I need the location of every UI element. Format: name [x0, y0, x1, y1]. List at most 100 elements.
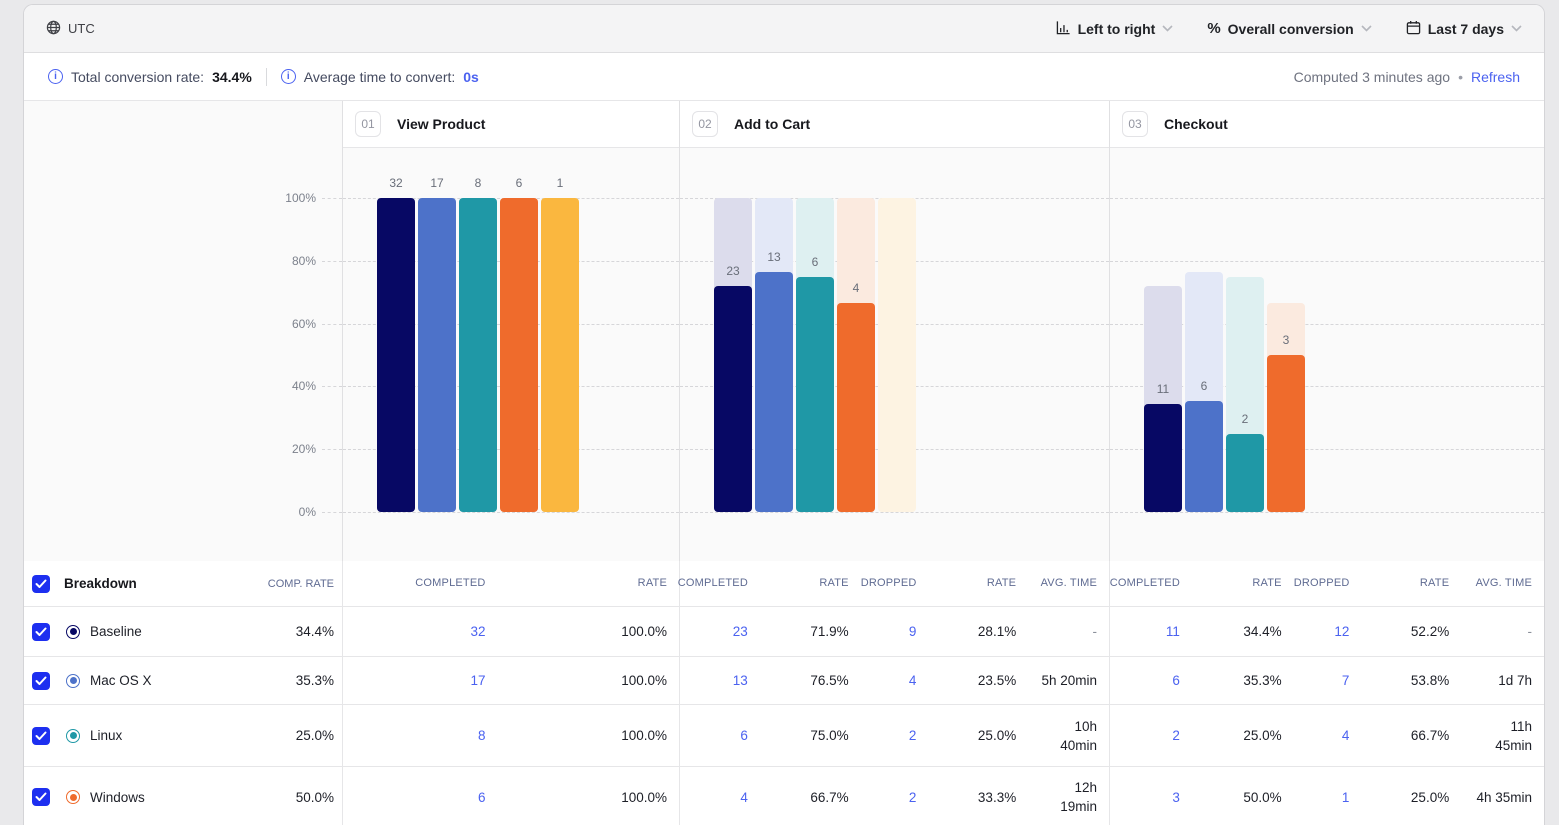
completed-value: 32 — [343, 607, 494, 656]
person-count-link[interactable]: 3 — [1172, 788, 1180, 807]
funnel-bar[interactable] — [459, 198, 497, 512]
funnel-bar[interactable] — [377, 198, 415, 512]
comp-rate-header: COMP. RATE — [268, 578, 342, 590]
table-section: COMPLETEDRATEDROPPEDRATEAVG. TIME — [679, 561, 1109, 606]
completed-value: 11 — [1110, 607, 1188, 656]
timezone-button[interactable]: UTC — [46, 20, 95, 38]
person-count-link[interactable]: 4 — [909, 671, 917, 690]
person-count-link[interactable]: 13 — [733, 671, 748, 690]
completed-value: 2 — [1110, 705, 1188, 766]
funnel-bar[interactable] — [796, 277, 834, 513]
column-header: AVG. TIME — [1457, 561, 1544, 606]
column-header: RATE — [756, 561, 857, 606]
funnel-bar[interactable] — [541, 198, 579, 512]
gridline — [343, 512, 679, 513]
person-count-link[interactable]: 6 — [740, 726, 748, 745]
y-tick-label: 80% — [292, 254, 316, 268]
person-count-link[interactable]: 17 — [471, 671, 486, 690]
table-section: 1376.5%423.5%5h 20min — [679, 657, 1109, 704]
rate-value: 66.7% — [756, 767, 857, 825]
person-count-link[interactable]: 1 — [1342, 788, 1350, 807]
person-count-link[interactable]: 4 — [740, 788, 748, 807]
funnel-bar[interactable] — [755, 272, 793, 512]
table-section: 17100.0% — [342, 657, 679, 704]
date-range-dropdown[interactable]: Last 7 days — [1406, 20, 1522, 38]
bar-value-label: 4 — [834, 281, 878, 297]
funnel-bar[interactable] — [1144, 404, 1182, 512]
avg-time-stat: i Average time to convert: 0s — [281, 69, 479, 85]
rate-value: 52.2% — [1357, 607, 1457, 656]
chevron-down-icon — [1162, 25, 1173, 32]
series-indicator[interactable] — [66, 790, 80, 804]
completed-value: 17 — [343, 657, 494, 704]
chevron-down-icon — [1511, 25, 1522, 32]
rate-value: 34.4% — [1188, 607, 1290, 656]
bar-value-label: 3 — [1264, 333, 1308, 349]
dropped-value: 2 — [857, 705, 925, 766]
person-count-link[interactable]: 11 — [1166, 622, 1180, 641]
rate-value: 71.9% — [756, 607, 857, 656]
completed-value: 3 — [1110, 767, 1188, 825]
breakdown-header-cell: BreakdownCOMP. RATE — [24, 561, 342, 606]
funnel-step-column: 03Checkout11623 — [1109, 101, 1544, 561]
dropped-value: 7 — [1290, 657, 1358, 704]
funnel-bar[interactable] — [1185, 401, 1223, 512]
column-header: COMPLETED — [343, 561, 494, 606]
table-section: 1134.4%1252.2%- — [1109, 607, 1544, 656]
step-chart-area: 231364 — [680, 148, 1109, 561]
avg-time-value: 5h 20min — [1024, 657, 1109, 704]
funnel-bar[interactable] — [500, 198, 538, 512]
bar-value-label: 6 — [497, 176, 541, 192]
breakdown-row: Baseline34.4%32100.0%2371.9%928.1%-1134.… — [24, 607, 1544, 657]
y-tick-line — [322, 386, 342, 387]
bar-value-label: 2 — [1223, 412, 1267, 428]
person-count-link[interactable]: 2 — [909, 788, 917, 807]
bar-value-label: 6 — [1182, 379, 1226, 395]
person-count-link[interactable]: 12 — [1334, 622, 1349, 641]
series-indicator[interactable] — [66, 729, 80, 743]
total-conversion-label: Total conversion rate: — [71, 69, 204, 85]
table-section: COMPLETEDRATE — [342, 561, 679, 606]
column-header: AVG. TIME — [1024, 561, 1109, 606]
person-count-link[interactable]: 9 — [909, 622, 917, 641]
series-indicator[interactable] — [66, 674, 80, 688]
chevron-down-icon — [1361, 25, 1372, 32]
breakdown-checkbox[interactable] — [32, 623, 50, 641]
breakdown-checkbox[interactable] — [32, 727, 50, 745]
dropped-value: 4 — [1290, 705, 1358, 766]
conversion-metric-dropdown[interactable]: % Overall conversion — [1207, 20, 1371, 37]
table-section: 225.0%466.7%11h 45min — [1109, 705, 1544, 766]
person-count-link[interactable]: 32 — [471, 622, 486, 641]
breakdown-cell: Baseline34.4% — [24, 607, 342, 656]
person-count-link[interactable]: 23 — [733, 622, 748, 641]
person-count-link[interactable]: 2 — [909, 726, 917, 745]
funnel-bar[interactable] — [1226, 434, 1264, 513]
person-count-link[interactable]: 8 — [478, 726, 486, 745]
breakdown-label: Mac OS X — [90, 673, 152, 688]
rate-value: 25.0% — [1357, 767, 1457, 825]
funnel-bar[interactable] — [418, 198, 456, 512]
breakdown-checkbox[interactable] — [32, 788, 50, 806]
breakdown-cell: Mac OS X35.3% — [24, 657, 342, 704]
breakdown-checkbox[interactable] — [32, 575, 50, 593]
y-tick-line — [322, 261, 342, 262]
rate-value: 76.5% — [756, 657, 857, 704]
person-count-link[interactable]: 4 — [1342, 726, 1350, 745]
person-count-link[interactable]: 7 — [1342, 671, 1350, 690]
person-count-link[interactable]: 6 — [478, 788, 486, 807]
refresh-link[interactable]: Refresh — [1471, 69, 1520, 85]
funnel-bar[interactable] — [1267, 355, 1305, 512]
table-section: 466.7%233.3%12h 19min — [679, 767, 1109, 825]
series-indicator[interactable] — [66, 625, 80, 639]
step-number-badge: 02 — [692, 111, 718, 137]
funnel-bar[interactable] — [714, 286, 752, 512]
funnel-bar[interactable] — [837, 303, 875, 512]
funnel-step-column: 01View Product3217861 — [342, 101, 679, 561]
y-tick-line — [322, 324, 342, 325]
info-icon[interactable]: i — [281, 69, 296, 84]
funnel-direction-dropdown[interactable]: Left to right — [1056, 20, 1174, 38]
person-count-link[interactable]: 6 — [1172, 671, 1180, 690]
person-count-link[interactable]: 2 — [1172, 726, 1180, 745]
info-icon[interactable]: i — [48, 69, 63, 84]
breakdown-checkbox[interactable] — [32, 672, 50, 690]
